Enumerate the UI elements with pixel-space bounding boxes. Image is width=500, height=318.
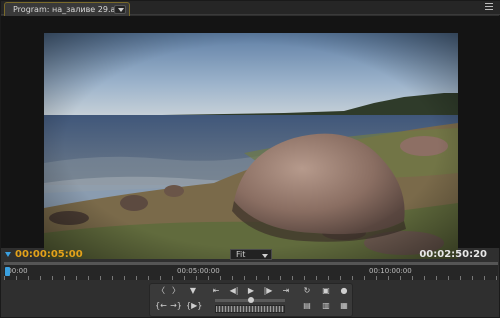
shuttle-knob[interactable] xyxy=(248,297,254,303)
play-icon[interactable]: ▶ xyxy=(244,285,258,297)
mark-out-icon[interactable]: 〉 xyxy=(169,285,183,297)
loop-icon[interactable]: ↻ xyxy=(300,285,314,297)
panel-menu-icon[interactable] xyxy=(485,3,495,12)
panel-tab-bar: Program: на_заливе 29.avi xyxy=(1,1,500,16)
step-forward-icon[interactable]: |▶ xyxy=(261,285,275,297)
go-to-out-icon[interactable]: →} xyxy=(169,300,183,312)
go-to-in-icon[interactable]: {← xyxy=(154,300,168,312)
previous-edit-icon[interactable]: ⇤ xyxy=(209,285,223,297)
tab-program-label: Program: на_заливе 29.avi xyxy=(13,5,123,14)
ruler-label-mid: 00:05:00:00 xyxy=(177,267,220,275)
zoom-select[interactable]: Fit xyxy=(230,249,272,260)
video-frame xyxy=(44,33,458,259)
extract-icon[interactable]: ▥ xyxy=(319,300,333,312)
safe-margins-icon[interactable]: ▣ xyxy=(319,285,333,297)
marker-icon[interactable]: ▼ xyxy=(186,285,200,297)
output-icon[interactable]: ● xyxy=(337,285,351,297)
jog-wheel[interactable] xyxy=(215,305,285,313)
ruler-label-end: 00:10:00:00 xyxy=(369,267,412,275)
tab-program[interactable]: Program: на_заливе 29.avi xyxy=(4,2,130,16)
play-in-to-out-icon[interactable]: {▶} xyxy=(186,300,202,312)
step-back-icon[interactable]: ◀| xyxy=(227,285,241,297)
video-viewport[interactable] xyxy=(1,16,500,259)
duration-timecode: 00:02:50:20 xyxy=(419,249,487,260)
in-point-marker-icon xyxy=(5,252,11,257)
zoom-select-value: Fit xyxy=(236,250,246,259)
playhead-icon[interactable] xyxy=(5,267,11,276)
lift-icon[interactable]: ▤ xyxy=(300,300,314,312)
ruler-ticks xyxy=(4,276,498,280)
program-monitor-panel: Program: на_заливе 29.avi 00:00:05:00 Fi… xyxy=(0,0,500,318)
chevron-down-icon[interactable] xyxy=(114,5,126,14)
mark-in-icon[interactable]: 〈 xyxy=(154,285,168,297)
ruler-zoom-scrollbar[interactable] xyxy=(4,262,498,265)
next-edit-icon[interactable]: ⇥ xyxy=(279,285,293,297)
trim-icon[interactable]: ▦ xyxy=(337,300,351,312)
current-timecode[interactable]: 00:00:05:00 xyxy=(15,249,83,260)
